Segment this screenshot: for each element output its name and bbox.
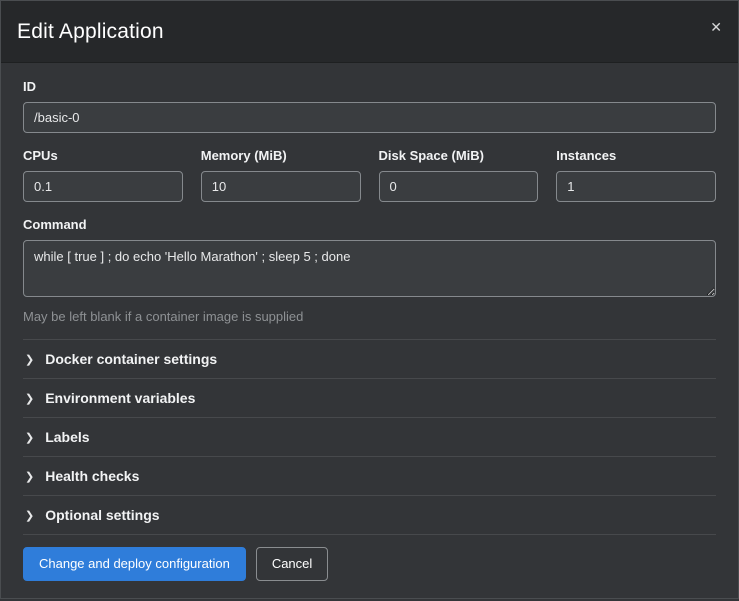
section-docker-container-settings[interactable]: ❯ Docker container settings (23, 340, 716, 379)
section-label: Environment variables (45, 390, 195, 406)
chevron-right-icon: ❯ (25, 355, 34, 366)
command-help-text: May be left blank if a container image i… (23, 309, 716, 324)
section-labels[interactable]: ❯ Labels (23, 418, 716, 457)
cpus-label: CPUs (23, 148, 183, 163)
cpus-input[interactable] (23, 171, 183, 202)
change-and-deploy-button[interactable]: Change and deploy configuration (23, 547, 246, 581)
id-input[interactable] (23, 102, 716, 133)
memory-field-group: Memory (MiB) (201, 148, 361, 202)
section-label: Health checks (45, 468, 139, 484)
resources-row: CPUs Memory (MiB) Disk Space (MiB) Insta… (23, 148, 716, 217)
modal-footer: Change and deploy configuration Cancel (1, 535, 738, 601)
command-textarea[interactable]: while [ true ] ; do echo 'Hello Marathon… (23, 240, 716, 297)
edit-application-modal: Edit Application ✕ ID CPUs Memory (MiB) … (1, 1, 738, 598)
memory-input[interactable] (201, 171, 361, 202)
section-label: Docker container settings (45, 351, 217, 367)
section-label: Optional settings (45, 507, 159, 523)
instances-input[interactable] (556, 171, 716, 202)
id-field-group: ID (23, 79, 716, 133)
section-label: Labels (45, 429, 89, 445)
chevron-right-icon: ❯ (25, 472, 34, 483)
disk-label: Disk Space (MiB) (379, 148, 539, 163)
section-optional-settings[interactable]: ❯ Optional settings (23, 496, 716, 535)
memory-label: Memory (MiB) (201, 148, 361, 163)
page-title: Edit Application (17, 20, 722, 44)
cpus-field-group: CPUs (23, 148, 183, 202)
instances-label: Instances (556, 148, 716, 163)
close-icon[interactable]: ✕ (708, 18, 724, 36)
chevron-right-icon: ❯ (25, 394, 34, 405)
chevron-right-icon: ❯ (25, 433, 34, 444)
modal-header: Edit Application ✕ (1, 1, 738, 63)
command-field-group: Command while [ true ] ; do echo 'Hello … (23, 217, 716, 324)
command-label: Command (23, 217, 716, 232)
modal-body: ID CPUs Memory (MiB) Disk Space (MiB) In… (1, 63, 738, 535)
collapsible-sections: ❯ Docker container settings ❯ Environmen… (23, 339, 716, 535)
instances-field-group: Instances (556, 148, 716, 202)
chevron-right-icon: ❯ (25, 511, 34, 522)
id-label: ID (23, 79, 716, 94)
disk-input[interactable] (379, 171, 539, 202)
disk-field-group: Disk Space (MiB) (379, 148, 539, 202)
section-health-checks[interactable]: ❯ Health checks (23, 457, 716, 496)
section-environment-variables[interactable]: ❯ Environment variables (23, 379, 716, 418)
cancel-button[interactable]: Cancel (256, 547, 328, 581)
